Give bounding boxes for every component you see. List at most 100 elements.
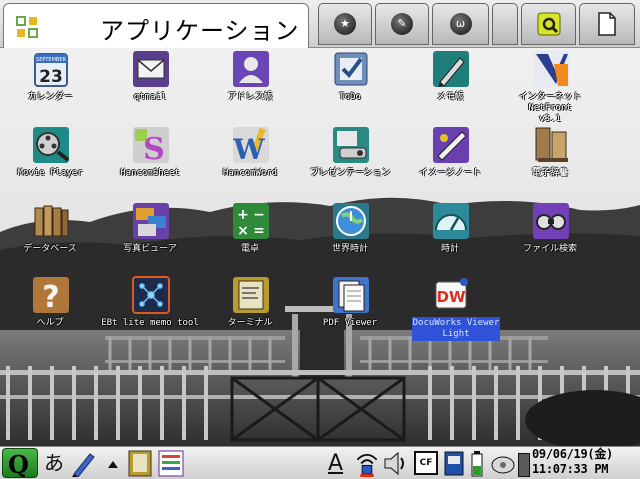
calendar-icon: SEPTEMBER 23	[34, 53, 68, 87]
battery-icon[interactable]	[470, 450, 484, 477]
tab-applications[interactable]: アプリケーション	[3, 3, 309, 48]
database-icon	[34, 205, 69, 237]
calendar-day: 23	[39, 67, 63, 87]
svg-text:?: ?	[42, 280, 59, 314]
app-clock[interactable]: 時計	[400, 200, 500, 274]
pdf-viewer-icon	[333, 277, 369, 313]
app-pdf-viewer[interactable]: PDF Viewer	[300, 274, 400, 348]
tab-settings[interactable]	[521, 3, 576, 45]
app-movie-player[interactable]: Movie Player	[0, 124, 100, 198]
tab-title: アプリケーション	[100, 17, 300, 45]
app-docuworks-viewer[interactable]: DW DocuWorks Viewer Light	[400, 274, 500, 348]
svg-text:+: +	[237, 207, 249, 223]
app-help[interactable]: ? ヘルプ	[0, 274, 100, 348]
world-clock-icon	[333, 203, 369, 239]
terminal-icon	[233, 277, 269, 313]
app-label: 電卓	[240, 244, 259, 254]
start-button-label: Q	[8, 450, 29, 479]
presentation-icon	[333, 127, 369, 163]
image-note-icon	[433, 127, 469, 163]
settings-icon	[537, 12, 560, 36]
app-dictionary[interactable]: 電子辞書	[500, 124, 600, 198]
memo-taskbar-icon[interactable]	[158, 450, 184, 477]
calendar-caption: SEPTEMBER	[36, 57, 66, 63]
todo-icon	[334, 52, 368, 86]
file-search-icon	[533, 203, 569, 239]
tab-games[interactable]: ω	[432, 3, 489, 45]
app-label: メモ帳	[436, 92, 464, 102]
cpu-meter[interactable]	[518, 453, 530, 477]
tab-blank[interactable]	[492, 3, 518, 45]
app-world-clock[interactable]: 世界時計	[300, 200, 400, 274]
app-label: ターミナル	[227, 318, 273, 328]
pen-input-icon[interactable]	[70, 450, 96, 477]
app-label: 写真ビューア	[123, 244, 177, 254]
app-label: アドレス帳	[227, 92, 273, 102]
taskbar: Q あ A CF 09/06/19(金) 11:07:33 PM	[0, 446, 640, 479]
app-label: データベース	[23, 244, 77, 254]
svg-text:=: =	[253, 223, 265, 239]
taskbar-clock[interactable]: 09/06/19(金) 11:07:33 PM	[532, 447, 640, 477]
netfront-icon	[533, 51, 569, 87]
tab-tools[interactable]: ✎	[375, 3, 429, 45]
app-presentation[interactable]: プレゼンテーション	[300, 124, 400, 198]
app-ebt-memo-tool[interactable]: EBt lite memo tool	[100, 274, 200, 348]
start-button[interactable]: Q	[2, 448, 38, 479]
volume-icon[interactable]	[383, 450, 409, 477]
memo-pad-icon	[433, 51, 469, 87]
sd-card-icon[interactable]	[443, 450, 465, 477]
app-label: ファイル検索	[522, 244, 577, 254]
app-netfront[interactable]: インターネット NetFront v3.1	[500, 48, 600, 124]
cf-card-indicator[interactable]: CF	[414, 451, 438, 475]
app-label: HancomSheet	[120, 168, 180, 178]
app-photo-viewer[interactable]: 写真ビューア	[100, 200, 200, 274]
docuworks-icon: DW	[435, 278, 468, 309]
app-label: イメージノート	[418, 168, 482, 178]
dictionary-icon	[535, 127, 568, 162]
app-label: HancomWord	[222, 168, 278, 178]
tab-documents[interactable]	[579, 3, 635, 45]
svg-text:×: ×	[237, 223, 249, 239]
app-label: DocuWorks Viewer Light	[412, 317, 500, 341]
wireless-icon[interactable]	[354, 450, 380, 477]
app-todo[interactable]: ToDo	[300, 48, 400, 122]
input-method-indicator[interactable]: A	[328, 450, 348, 477]
app-address-book[interactable]: アドレス帳	[200, 48, 300, 122]
app-label: 世界時計	[331, 244, 368, 254]
app-hancomsheet[interactable]: S HancomSheet	[100, 124, 200, 198]
app-database[interactable]: データベース	[0, 200, 100, 274]
app-label: 電子辞書	[531, 168, 568, 178]
games-icon: ω	[449, 13, 472, 35]
svg-text:S: S	[143, 132, 165, 164]
star-icon: ★	[334, 13, 356, 35]
grid-icon	[16, 16, 38, 38]
wrench-icon: ✎	[391, 13, 413, 35]
terminal-taskbar-icon[interactable]	[128, 450, 152, 477]
photo-viewer-icon	[133, 203, 169, 239]
calculator-icon: + − × =	[233, 203, 269, 239]
help-icon: ?	[33, 277, 69, 314]
app-label: qtmail	[133, 92, 167, 102]
app-qtmail[interactable]: qtmail	[100, 48, 200, 122]
taskbar-expand-icon[interactable]	[106, 450, 120, 477]
app-label: プレゼンテーション	[309, 168, 391, 178]
app-memo-pad[interactable]: メモ帳	[400, 48, 500, 122]
hancomsheet-icon: S	[133, 127, 169, 164]
clock-date: 09/06/19(金)	[532, 447, 613, 461]
app-calculator[interactable]: + − × = 電卓	[200, 200, 300, 274]
mail-icon	[133, 51, 169, 87]
app-label: EBt lite memo tool	[101, 318, 199, 328]
app-image-note[interactable]: イメージノート	[400, 124, 500, 198]
clock-icon	[433, 203, 469, 239]
ebt-memo-tool-icon	[132, 276, 170, 314]
app-hancomword[interactable]: W HancomWord	[200, 124, 300, 198]
app-file-search[interactable]: ファイル検索	[500, 200, 600, 274]
tab-favorites[interactable]: ★	[318, 3, 372, 45]
app-calendar[interactable]: SEPTEMBER 23 カレンダー	[0, 48, 100, 122]
app-label: Movie Player	[17, 168, 83, 178]
ime-mode-indicator[interactable]: あ	[44, 450, 64, 477]
app-label: PDF Viewer	[322, 318, 378, 328]
app-label: ToDo	[339, 92, 361, 102]
app-terminal[interactable]: ターミナル	[200, 274, 300, 348]
disk-icon[interactable]	[490, 450, 516, 477]
